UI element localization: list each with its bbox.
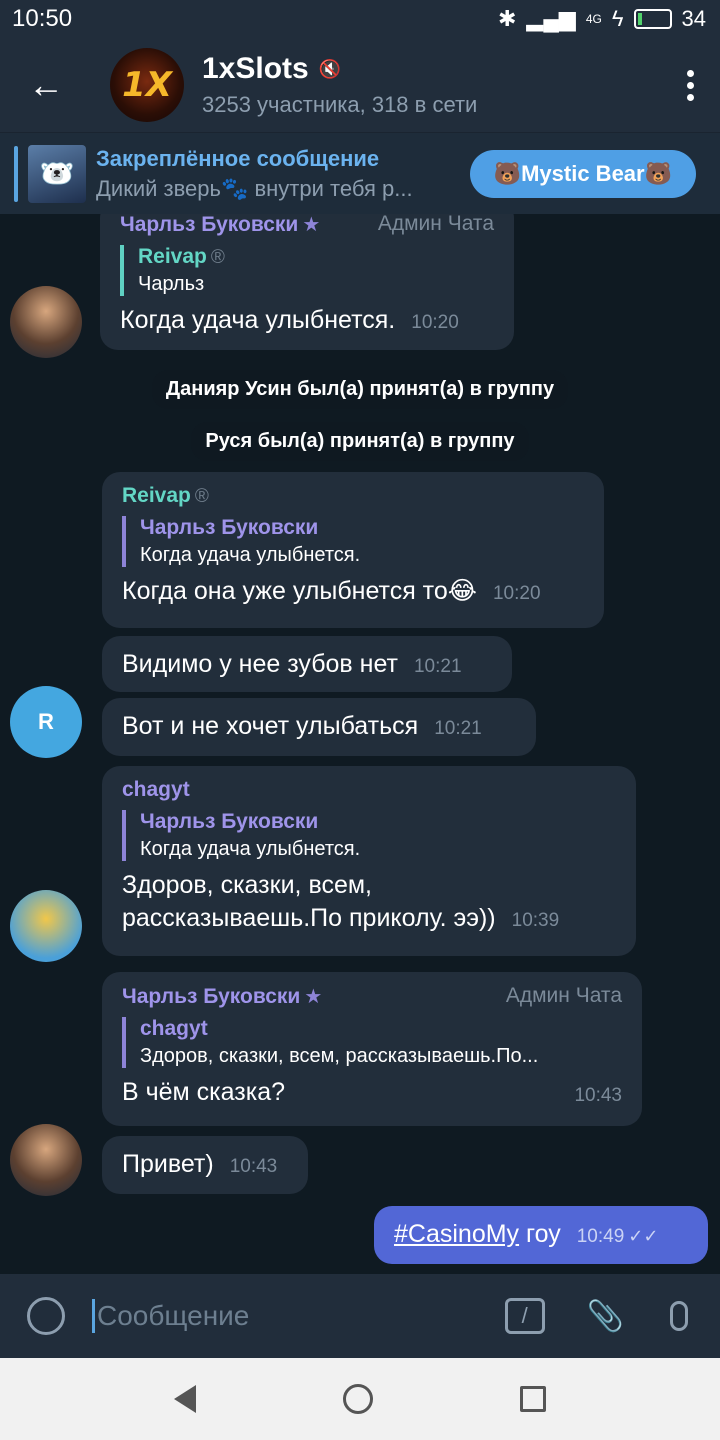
message-placeholder: Сообщение xyxy=(97,1300,250,1331)
chat-subtitle: 3253 участника, 318 в сети xyxy=(202,92,478,117)
quote-text: Когда удача улыбнется. xyxy=(140,838,361,860)
registered-icon: ® xyxy=(194,486,209,507)
bot-command-icon[interactable]: / xyxy=(504,1298,545,1334)
avatar[interactable]: R xyxy=(10,686,82,758)
message-text: Привет) xyxy=(122,1150,214,1178)
pinned-message-bar[interactable]: 🐻‍❄️ Закреплённое сообщение Дикий зверь🐾… xyxy=(0,132,720,214)
message-time: 10:21 xyxy=(413,656,462,677)
quote-name: Чарльз Буковски xyxy=(140,810,319,833)
message-bubble[interactable]: Чарльз Буковски ★ Админ Чата Reivap ® Чарль… xyxy=(100,214,514,350)
message-text: Когда она уже улыбнется то😂 xyxy=(122,577,477,605)
pinned-title: Закреплённое сообщение xyxy=(96,145,380,171)
message-text: В чём сказка? xyxy=(122,1078,286,1106)
message-time: 10:43 xyxy=(574,1084,622,1106)
message-composer: Сообщение / 📎 xyxy=(0,1274,720,1358)
message-bubble[interactable]: Привет) 10:43 xyxy=(102,1136,308,1194)
message-bubble[interactable]: Вот и не хочет улыбаться 10:21 xyxy=(102,698,536,756)
attach-icon[interactable]: 📎 xyxy=(587,1299,624,1334)
pinned-thumbnail: 🐻‍❄️ xyxy=(28,144,86,203)
avatar[interactable] xyxy=(10,1124,82,1196)
message-text: гоу xyxy=(526,1220,561,1248)
reply-quote[interactable]: Reivap ® Чарльз xyxy=(120,245,494,296)
sender-name[interactable]: Чарльз Буковски xyxy=(120,214,298,236)
sender-name[interactable]: Чарльз Буковски xyxy=(122,985,300,1008)
reply-quote[interactable]: chagyt Здоров, сказки, всем, рассказывае… xyxy=(122,1017,622,1068)
reply-quote[interactable]: Чарльз Буковски Когда удача улыбнется. xyxy=(122,516,584,567)
network-type: 4G xyxy=(585,12,602,26)
back-arrow-icon[interactable]: ← xyxy=(0,64,92,106)
status-icons: ✱ ▂▄▆ 4G ϟ 34 xyxy=(498,6,706,32)
nav-back-icon[interactable] xyxy=(173,1385,196,1413)
service-message: Руся был(а) принят(а) в группу xyxy=(0,422,720,461)
message-time: 10:20 xyxy=(411,312,459,333)
service-message: Данияр Усин был(а) принят(а) в группу xyxy=(0,370,720,409)
message-time: 10:39 xyxy=(511,909,560,931)
star-icon: ★ xyxy=(304,986,323,1008)
message-text: Видимо у нее зубов нет xyxy=(122,650,398,678)
chat-message-list[interactable]: Чарльз Буковски ★ Админ Чата Reivap ® Чарль… xyxy=(0,214,720,1274)
chat-title-block[interactable]: 1xSlots 🔇 3253 участника, 318 в сети xyxy=(202,52,660,118)
quote-name: Reivap xyxy=(138,245,207,268)
message-bubble[interactable]: chagyt Чарльз Буковски Когда удача улыбн… xyxy=(102,766,636,956)
nav-home-icon[interactable] xyxy=(342,1384,373,1414)
message-time: 10:21 xyxy=(434,718,482,739)
admin-role: Админ Чата xyxy=(377,214,494,235)
message-bubble[interactable]: Чарльз Буковски ★ Админ Чата chagyt Здоров… xyxy=(102,972,642,1126)
message-time: 10:49 xyxy=(576,1226,625,1247)
sender-name[interactable]: Reivap xyxy=(122,484,191,507)
chat-header: ← 1X 1xSlots 🔇 3253 участника, 318 в сет… xyxy=(0,38,720,132)
chat-avatar[interactable]: 1X xyxy=(110,48,184,122)
emoji-icon[interactable] xyxy=(0,1297,92,1335)
text-caret xyxy=(92,1299,95,1333)
signal-icon: ▂▄▆ xyxy=(526,6,576,31)
mystic-bear-button[interactable]: 🐻Mystic Bear🐻 xyxy=(469,149,696,198)
message-text: рассказываешь.По приколу. ээ)) xyxy=(122,903,496,932)
mute-icon: 🔇 xyxy=(318,58,342,79)
chat-title: 1xSlots xyxy=(202,52,309,85)
read-check-icon: ✓✓ xyxy=(628,1226,659,1246)
battery-icon xyxy=(633,9,672,29)
message-bubble[interactable]: Reivap ® Чарльз Буковски Когда удача улыб… xyxy=(102,472,604,628)
message-time: 10:43 xyxy=(229,1156,278,1177)
registered-icon: ® xyxy=(210,247,225,268)
reply-quote[interactable]: Чарльз Буковски Когда удача улыбнется. xyxy=(122,810,616,861)
message-text: Вот и не хочет улыбаться xyxy=(122,712,419,740)
message-bubble[interactable]: Видимо у нее зубов нет 10:21 xyxy=(102,636,512,692)
sender-name[interactable]: chagyt xyxy=(122,778,190,802)
nav-recents-icon[interactable] xyxy=(520,1386,547,1412)
star-icon: ★ xyxy=(302,214,321,236)
pinned-indicator xyxy=(14,145,18,202)
outgoing-message-bubble[interactable]: #CasinoMy гоу 10:49 ✓✓ xyxy=(374,1206,708,1264)
avatar[interactable] xyxy=(10,286,82,358)
microphone-icon[interactable] xyxy=(670,1301,688,1331)
quote-text: Здоров, сказки, всем, рассказываешь.По..… xyxy=(140,1045,539,1067)
bluetooth-icon: ✱ xyxy=(497,6,517,31)
status-bar: 10:50 ✱ ▂▄▆ 4G ϟ 34 xyxy=(0,0,720,38)
admin-role: Админ Чата xyxy=(505,984,622,1007)
quote-name: Чарльз Буковски xyxy=(140,516,319,539)
quote-name: chagyt xyxy=(140,1017,208,1040)
message-input[interactable]: Сообщение xyxy=(92,1299,505,1333)
hashtag-link[interactable]: #CasinoMy xyxy=(394,1220,519,1248)
status-time: 10:50 xyxy=(12,5,73,32)
message-text: Здоров, сказки, всем, xyxy=(122,871,372,899)
system-nav-bar xyxy=(0,1358,720,1440)
charging-icon: ϟ xyxy=(611,6,624,31)
message-time: 10:20 xyxy=(492,583,541,604)
battery-level: 34 xyxy=(681,6,706,31)
message-text: Когда удача улыбнется. xyxy=(120,306,396,334)
avatar[interactable] xyxy=(10,890,82,962)
quote-text: Когда удача улыбнется. xyxy=(140,544,361,566)
more-menu-icon[interactable] xyxy=(660,69,720,101)
quote-text: Чарльз xyxy=(138,273,205,295)
pinned-body: Дикий зверь🐾 внутри тебя р... xyxy=(96,175,413,201)
